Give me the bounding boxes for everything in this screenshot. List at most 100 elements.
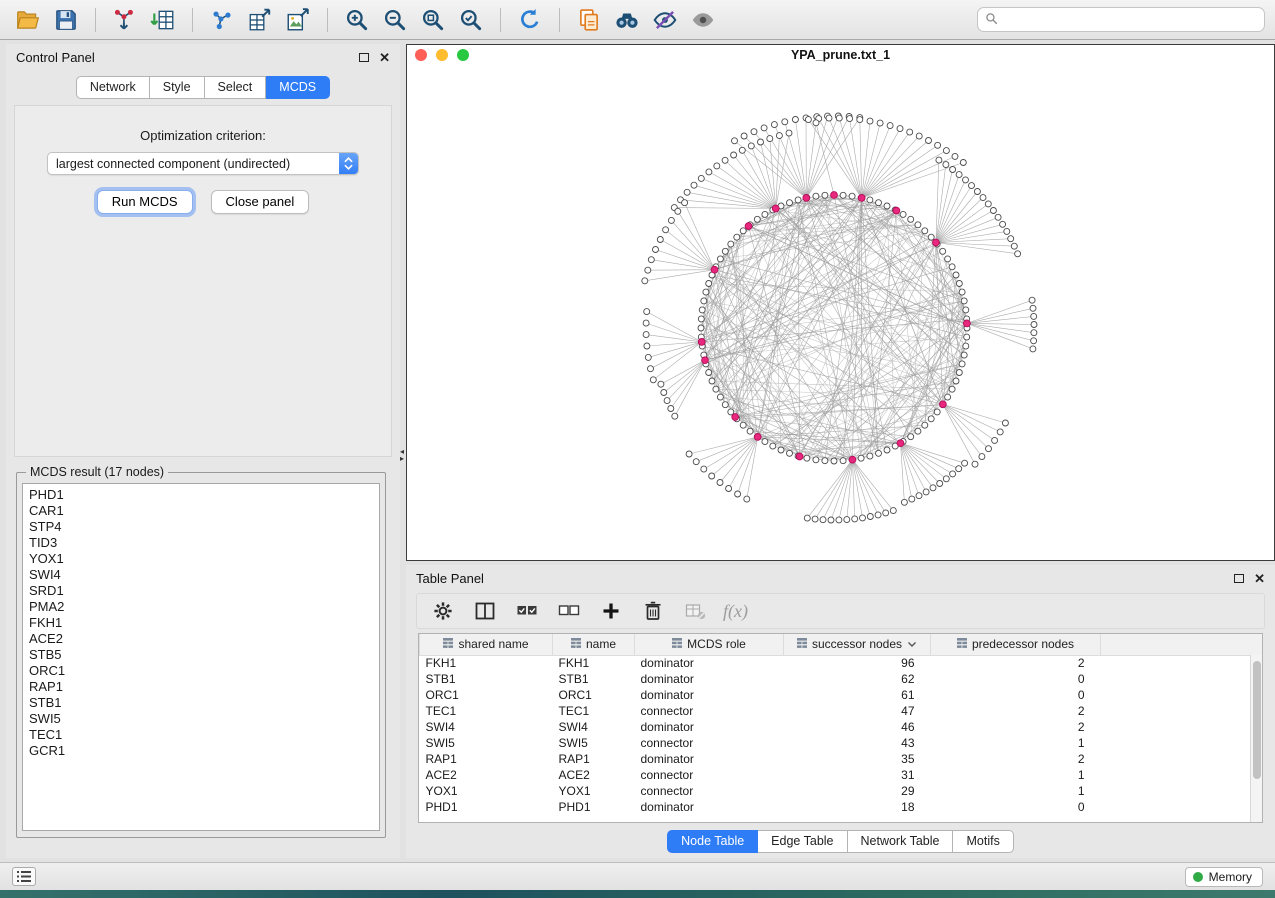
tab-network[interactable]: Network <box>76 76 150 99</box>
memory-status-icon <box>1193 872 1203 882</box>
close-panel-icon[interactable]: ✕ <box>379 51 390 64</box>
table-row[interactable]: SWI5SWI5connector431 <box>420 735 1264 751</box>
table-row[interactable]: SWI4SWI4dominator462 <box>420 719 1264 735</box>
column-header-predecessor-nodes[interactable]: predecessor nodes <box>931 634 1101 655</box>
table-row[interactable]: STB1STB1dominator620 <box>420 671 1264 687</box>
zoom-fit-icon[interactable] <box>415 5 451 35</box>
result-node[interactable]: TID3 <box>29 535 373 551</box>
table-row[interactable]: PHD1PHD1dominator180 <box>420 799 1264 815</box>
result-node[interactable]: PHD1 <box>29 487 373 503</box>
table-scrollbar[interactable] <box>1250 655 1262 822</box>
table-toolbar: f(x) <box>416 593 1265 629</box>
result-node[interactable]: ORC1 <box>29 663 373 679</box>
run-mcds-button[interactable]: Run MCDS <box>97 190 193 214</box>
status-bar: Memory <box>0 862 1275 890</box>
network-window[interactable]: YPA_prune.txt_1 <box>406 44 1275 561</box>
result-node[interactable]: FKH1 <box>29 615 373 631</box>
zoom-selected-icon[interactable] <box>453 5 489 35</box>
tab-network-table[interactable]: Network Table <box>848 830 954 853</box>
show-eye-icon[interactable] <box>685 5 721 35</box>
refresh-icon[interactable] <box>512 5 548 35</box>
result-node[interactable]: YOX1 <box>29 551 373 567</box>
save-icon[interactable] <box>48 5 84 35</box>
optimization-criterion-select[interactable]: largest connected component (undirected) <box>47 152 359 175</box>
zoom-in-icon[interactable] <box>339 5 375 35</box>
table-row[interactable]: YOX1YOX1connector291 <box>420 783 1264 799</box>
export-table-icon[interactable] <box>242 5 278 35</box>
column-grid-icon <box>797 637 807 651</box>
column-header-shared-name[interactable]: shared name <box>420 634 553 655</box>
tab-select[interactable]: Select <box>205 76 267 99</box>
result-node[interactable]: STP4 <box>29 519 373 535</box>
toolbar-separator <box>500 8 501 32</box>
network-titlebar: YPA_prune.txt_1 <box>407 45 1274 65</box>
import-network-icon[interactable] <box>107 5 143 35</box>
search-input[interactable] <box>1003 13 1257 27</box>
scrollbar-thumb[interactable] <box>1253 661 1261 779</box>
splitter-collapse-icon[interactable]: ◂▸ <box>400 448 404 462</box>
tab-edge-table[interactable]: Edge Table <box>758 830 847 853</box>
network-canvas[interactable] <box>407 65 1274 560</box>
quick-search[interactable] <box>977 7 1265 32</box>
memory-button[interactable]: Memory <box>1185 867 1263 887</box>
mcds-result-title: MCDS result (17 nodes) <box>26 465 168 479</box>
open-folder-icon[interactable] <box>10 5 46 35</box>
desktop-wallpaper <box>0 890 1275 898</box>
column-grid-icon <box>571 637 581 651</box>
sort-chevron-icon <box>907 641 917 648</box>
close-table-panel-icon[interactable]: ✕ <box>1254 572 1265 585</box>
result-node[interactable]: GCR1 <box>29 743 373 759</box>
float-table-panel-icon[interactable] <box>1234 574 1244 583</box>
window-minimize-icon[interactable] <box>436 49 448 61</box>
result-node[interactable]: PMA2 <box>29 599 373 615</box>
table-row[interactable]: FKH1FKH1dominator962 <box>420 655 1264 671</box>
result-node[interactable]: SWI4 <box>29 567 373 583</box>
import-table-icon[interactable] <box>145 5 181 35</box>
float-panel-icon[interactable] <box>359 53 369 62</box>
control-panel-header: Control Panel ✕ <box>6 44 400 70</box>
tab-node-table[interactable]: Node Table <box>667 830 758 853</box>
add-row-icon[interactable] <box>597 597 625 625</box>
control-panel: Control Panel ✕ NetworkStyleSelectMCDS O… <box>6 44 400 858</box>
window-zoom-icon[interactable] <box>457 49 469 61</box>
table-row[interactable]: ORC1ORC1dominator610 <box>420 687 1264 703</box>
result-node[interactable]: RAP1 <box>29 679 373 695</box>
delete-row-icon[interactable] <box>639 597 667 625</box>
close-panel-button[interactable]: Close panel <box>211 190 310 214</box>
duplicate-document-icon[interactable] <box>571 5 607 35</box>
node-table[interactable]: shared namenameMCDS rolesuccessor nodesp… <box>418 633 1263 823</box>
table-row[interactable]: TEC1TEC1connector472 <box>420 703 1264 719</box>
result-node[interactable]: CAR1 <box>29 503 373 519</box>
result-node[interactable]: SRD1 <box>29 583 373 599</box>
binoculars-icon[interactable] <box>609 5 645 35</box>
tab-style[interactable]: Style <box>150 76 205 99</box>
function-builder-icon[interactable]: f(x) <box>723 601 748 622</box>
table-row[interactable]: ACE2ACE2connector311 <box>420 767 1264 783</box>
network-title: YPA_prune.txt_1 <box>791 48 890 62</box>
export-network-icon[interactable] <box>204 5 240 35</box>
column-header-name[interactable]: name <box>553 634 635 655</box>
memory-label: Memory <box>1209 870 1252 884</box>
table-gear-icon[interactable] <box>429 597 457 625</box>
task-history-button[interactable] <box>12 867 36 886</box>
table-columns-icon[interactable] <box>471 597 499 625</box>
tab-mcds[interactable]: MCDS <box>266 76 330 99</box>
column-grid-icon <box>672 637 682 651</box>
window-close-icon[interactable] <box>415 49 427 61</box>
result-node[interactable]: STB1 <box>29 695 373 711</box>
result-node[interactable]: TEC1 <box>29 727 373 743</box>
column-header-successor-nodes[interactable]: successor nodes <box>784 634 931 655</box>
result-node[interactable]: SWI5 <box>29 711 373 727</box>
result-node[interactable]: STB5 <box>29 647 373 663</box>
select-all-icon[interactable] <box>513 597 541 625</box>
zoom-out-icon[interactable] <box>377 5 413 35</box>
node-table-body: FKH1FKH1dominator962STB1STB1dominator620… <box>420 655 1264 815</box>
mcds-result-list[interactable]: PHD1CAR1STP4TID3YOX1SWI4SRD1PMA2FKH1ACE2… <box>22 483 380 831</box>
hide-eye-icon[interactable] <box>647 5 683 35</box>
deselect-all-icon[interactable] <box>555 597 583 625</box>
tab-motifs[interactable]: Motifs <box>953 830 1013 853</box>
column-header-MCDS-role[interactable]: MCDS role <box>635 634 784 655</box>
table-row[interactable]: RAP1RAP1dominator352 <box>420 751 1264 767</box>
result-node[interactable]: ACE2 <box>29 631 373 647</box>
export-image-icon[interactable] <box>280 5 316 35</box>
